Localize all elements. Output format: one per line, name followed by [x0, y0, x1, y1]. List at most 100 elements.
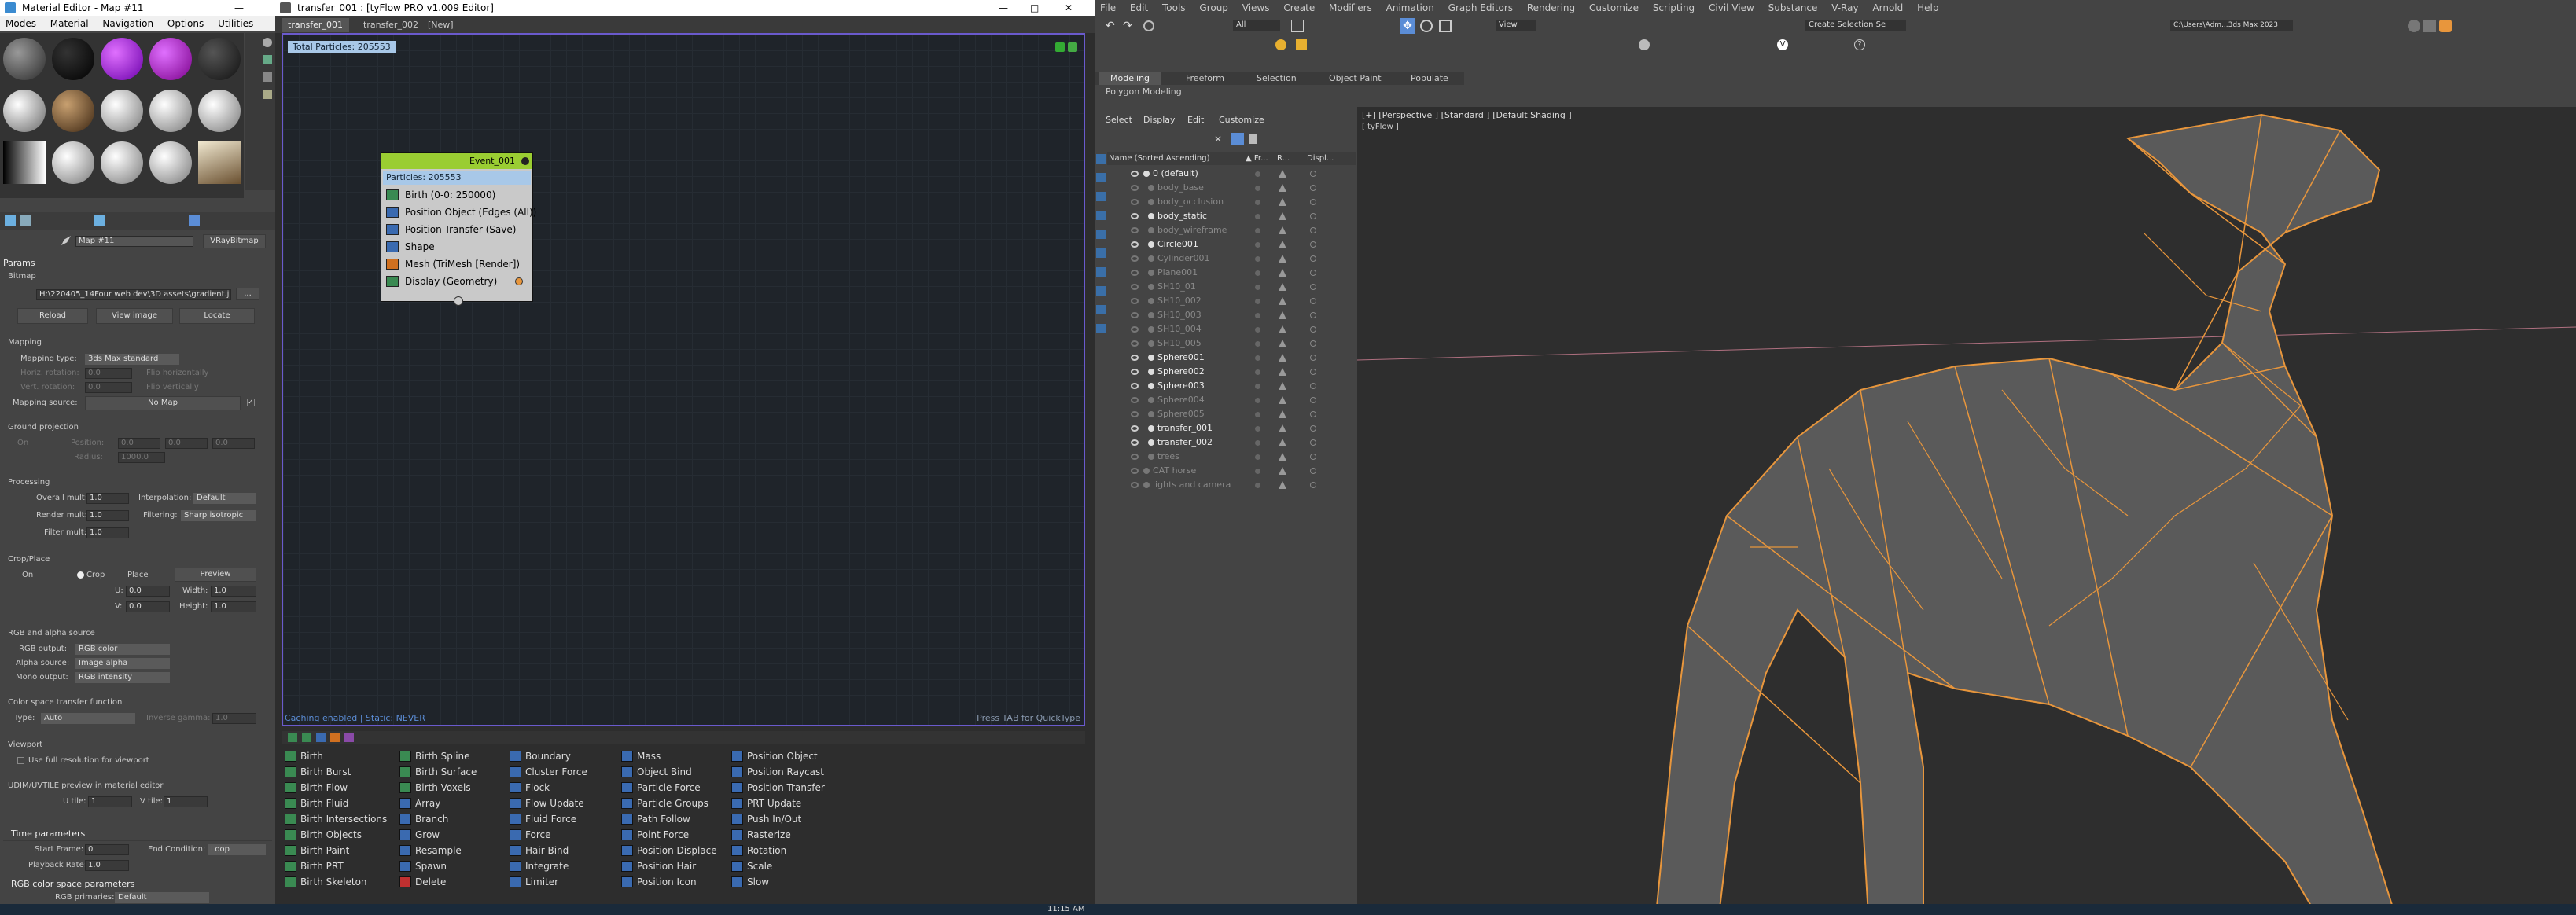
sample-slot[interactable]: [101, 141, 143, 184]
visibility-eye-icon[interactable]: [1131, 312, 1139, 318]
u-tile-field[interactable]: 1: [88, 796, 132, 807]
depot-op[interactable]: Birth Objects: [282, 827, 362, 843]
depot-op[interactable]: Limiter: [506, 874, 558, 890]
bitmap-browse-button[interactable]: ...: [236, 288, 259, 300]
event-header[interactable]: Event_001: [381, 153, 532, 169]
render-toggle-icon[interactable]: [1279, 382, 1286, 390]
explorer-menu-select[interactable]: Select: [1106, 113, 1132, 127]
map-name-field[interactable]: Map #11: [75, 236, 193, 247]
render-mult-field[interactable]: 1.0: [86, 510, 129, 521]
redo-icon[interactable]: ↷: [1123, 20, 1135, 31]
render-toggle-icon[interactable]: [1279, 467, 1286, 475]
ribbon-tab-object-paint[interactable]: Object Paint: [1329, 72, 1382, 85]
selection-filter[interactable]: All: [1233, 20, 1280, 31]
display-toggle-icon[interactable]: [1310, 199, 1316, 205]
filter-icon[interactable]: [1231, 133, 1244, 145]
depot-filter-icon[interactable]: [288, 733, 297, 742]
event-toggle-icon[interactable]: [521, 157, 529, 165]
visibility-eye-icon[interactable]: [1131, 326, 1139, 333]
display-toggle-icon[interactable]: [1310, 185, 1316, 191]
horse-wireframe-model[interactable]: [1357, 107, 2576, 915]
depot-op[interactable]: Position Icon: [618, 874, 697, 890]
menu-options[interactable]: Options: [162, 16, 209, 31]
explorer-menu-edit[interactable]: Edit: [1187, 113, 1204, 127]
menu-create[interactable]: Create: [1278, 0, 1320, 16]
depot-op[interactable]: Spawn: [396, 858, 447, 874]
display-toggle-icon[interactable]: [1310, 482, 1316, 488]
depot-filter-icon[interactable]: [316, 733, 326, 742]
display-groups-icon[interactable]: [1096, 286, 1106, 296]
ribbon-tab-populate[interactable]: Populate: [1411, 72, 1448, 85]
freeze-toggle-icon[interactable]: [1255, 299, 1260, 304]
render-toggle-icon[interactable]: [1279, 170, 1286, 178]
display-toggle-icon[interactable]: [1310, 312, 1316, 318]
operator-birth[interactable]: Birth (0-0: 250000): [381, 186, 520, 204]
sample-slot[interactable]: [3, 90, 46, 132]
depot-op[interactable]: Birth Spline: [396, 748, 470, 764]
operator-display[interactable]: Display (Geometry): [381, 273, 523, 290]
depot-op[interactable]: Scale: [728, 858, 772, 874]
ground-position-z[interactable]: 0.0: [212, 438, 255, 449]
render-toggle-icon[interactable]: [1279, 481, 1286, 489]
link-icon[interactable]: [1143, 20, 1154, 31]
scene-row[interactable]: SH10_005: [1107, 336, 1356, 351]
sample-slot[interactable]: [101, 90, 143, 132]
visibility-eye-icon[interactable]: [1131, 241, 1139, 248]
render-toggle-icon[interactable]: [1279, 396, 1286, 404]
depot-op[interactable]: Mass: [618, 748, 661, 764]
freeze-toggle-icon[interactable]: [1255, 355, 1260, 361]
depot-op[interactable]: Push In/Out: [728, 811, 801, 827]
freeze-toggle-icon[interactable]: [1255, 313, 1260, 318]
render-toggle-icon[interactable]: [1279, 453, 1286, 461]
sample-slot[interactable]: [52, 141, 94, 184]
render-toggle-icon[interactable]: [1279, 212, 1286, 220]
sample-slot[interactable]: [149, 38, 192, 80]
scene-row[interactable]: lights and camera: [1107, 478, 1356, 492]
create-light-icon[interactable]: [1275, 39, 1286, 50]
menu-graph-editors[interactable]: Graph Editors: [1443, 0, 1518, 16]
freeze-toggle-icon[interactable]: [1255, 285, 1260, 290]
event-output-connector[interactable]: [454, 296, 463, 306]
depot-op[interactable]: Flow Update: [506, 796, 584, 811]
project-path-field[interactable]: C:\Users\Adm...3ds Max 2023: [2170, 20, 2293, 31]
tab-transfer-001[interactable]: transfer_001: [282, 18, 349, 32]
ground-position-y[interactable]: 0.0: [165, 438, 208, 449]
sample-slot[interactable]: [52, 38, 94, 80]
freeze-toggle-icon[interactable]: [1255, 171, 1260, 177]
rgb-output-select[interactable]: RGB color: [75, 644, 170, 655]
vert-rotation-field[interactable]: 0.0: [85, 382, 132, 393]
display-toggle-icon[interactable]: [1310, 326, 1316, 333]
sample-slot[interactable]: [198, 38, 241, 80]
minimize-button[interactable]: —: [234, 0, 244, 16]
display-toggle-icon[interactable]: [1310, 411, 1316, 417]
depot-op[interactable]: Rasterize: [728, 827, 791, 843]
freeze-toggle-icon[interactable]: [1255, 242, 1260, 248]
ribbon-tab-modeling[interactable]: Modeling: [1099, 72, 1161, 85]
display-toggle-icon[interactable]: [1310, 284, 1316, 290]
event-node[interactable]: Event_001 Particles: 205553 Birth (0-0: …: [381, 152, 536, 306]
crop-height-field[interactable]: 1.0: [211, 601, 256, 612]
display-toggle-icon[interactable]: [1310, 270, 1316, 276]
filter-mult-field[interactable]: 1.0: [86, 527, 129, 538]
render-toggle-icon[interactable]: [1279, 226, 1286, 234]
sample-slot[interactable]: [52, 90, 94, 132]
scene-row[interactable]: CAT horse: [1107, 464, 1356, 478]
menu-vray[interactable]: V-Ray: [1826, 0, 1864, 16]
render-toggle-icon[interactable]: [1279, 368, 1286, 376]
depot-op[interactable]: PRT Update: [728, 796, 801, 811]
scene-row[interactable]: transfer_002: [1107, 435, 1356, 450]
params-header[interactable]: Params: [3, 256, 272, 270]
freeze-toggle-icon[interactable]: [1255, 256, 1260, 262]
render-toggle-icon[interactable]: [1279, 297, 1286, 305]
menu-file[interactable]: File: [1095, 0, 1121, 16]
scale-icon[interactable]: [1439, 20, 1452, 32]
mapping-source-button[interactable]: No Map: [85, 396, 241, 410]
depot-op[interactable]: Position Object: [728, 748, 818, 764]
vray-icon[interactable]: V: [1777, 39, 1788, 50]
crop-radio-label[interactable]: Crop: [86, 571, 105, 579]
lock-icon[interactable]: [1249, 134, 1257, 144]
operator-position-transfer[interactable]: Position Transfer (Save): [381, 221, 520, 238]
render-toggle-icon[interactable]: [1279, 241, 1286, 248]
freeze-toggle-icon[interactable]: [1255, 200, 1260, 205]
display-toggle-icon[interactable]: [1310, 340, 1316, 347]
